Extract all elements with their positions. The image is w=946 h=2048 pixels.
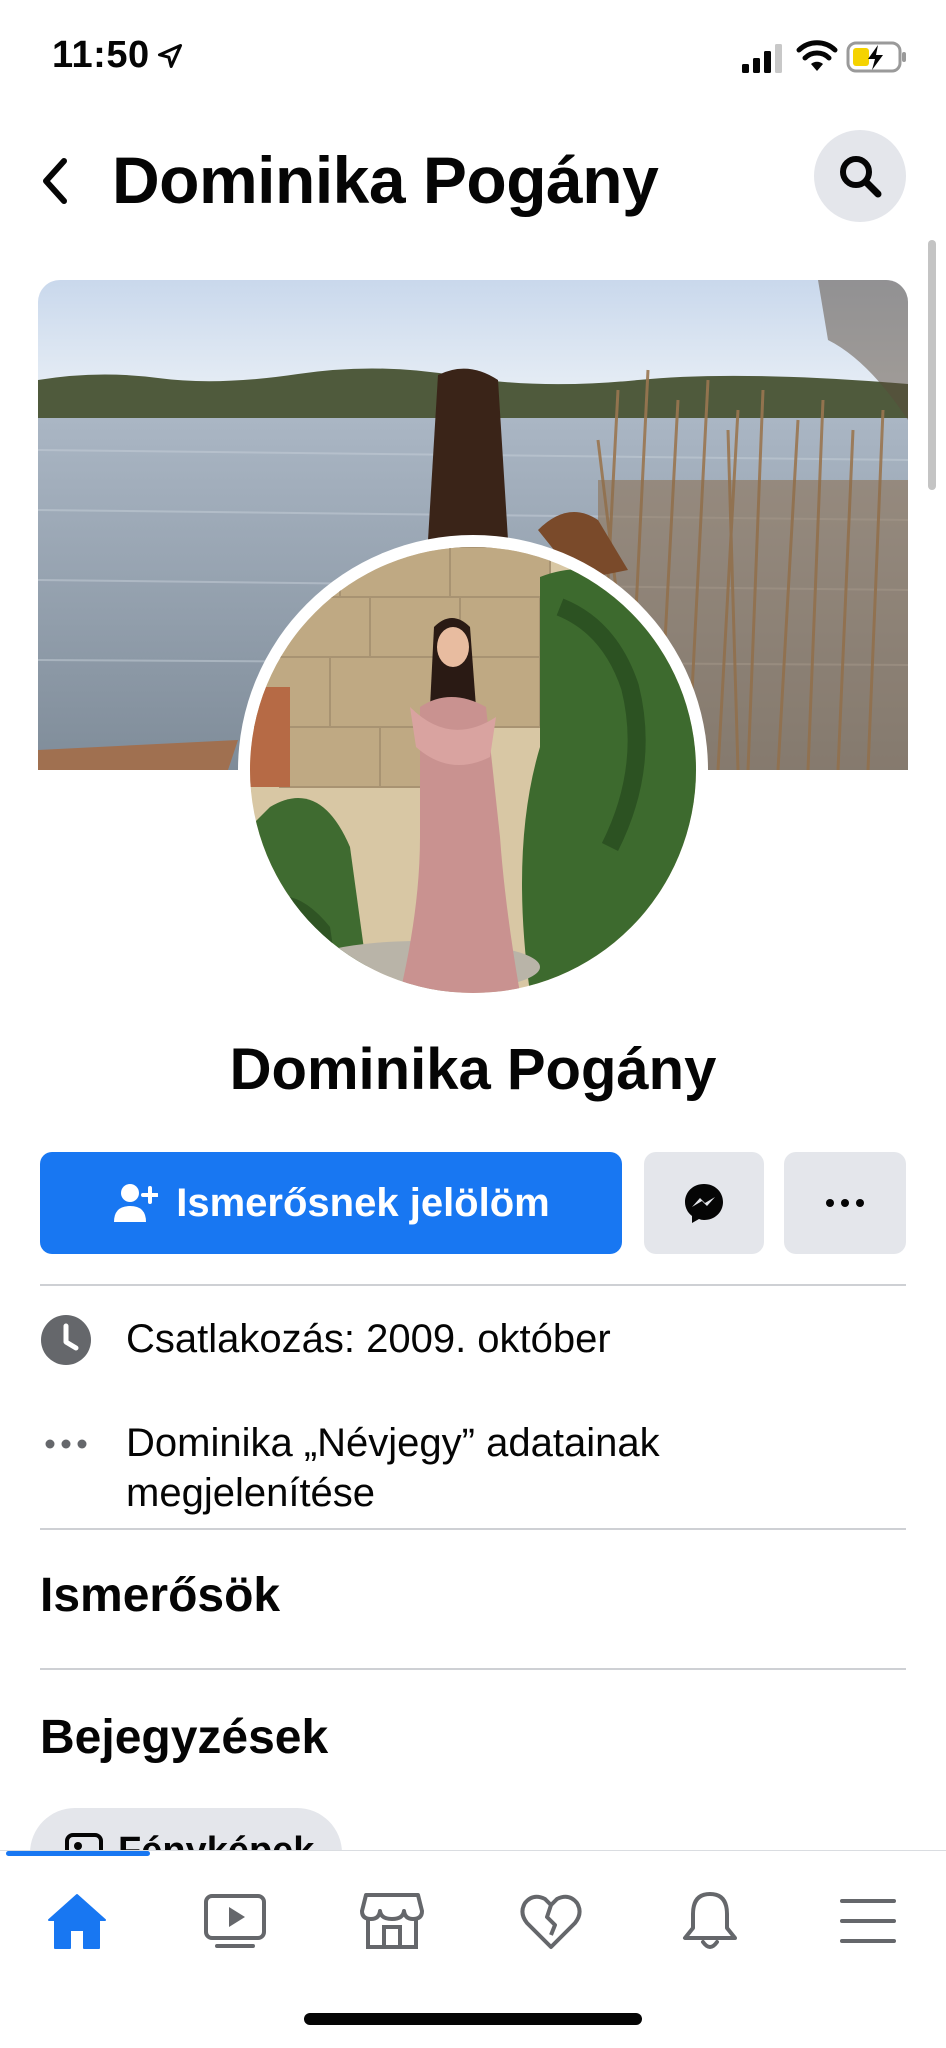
profile-name: Dominika Pogány [229,1037,717,1102]
bottom-navigation [0,1850,946,2048]
back-button[interactable] [30,146,80,216]
clock-icon [40,1314,92,1366]
nav-dating[interactable] [501,1881,601,1961]
search-button[interactable] [814,130,906,222]
about-info-row[interactable]: Dominika „Névjegy” adatainak megjeleníté… [40,1418,906,1518]
search-icon [840,156,882,198]
chevron-left-icon [43,158,67,204]
more-dots-icon [826,1199,864,1207]
profile-header: Dominika Pogány [0,116,946,246]
add-friend-button[interactable]: Ismerősnek jelölöm [40,1152,622,1254]
home-icon [48,1894,106,1949]
more-options-button[interactable] [784,1152,906,1254]
status-bar: 11:50 [0,0,946,116]
about-info-text: Dominika „Névjegy” adatainak megjeleníté… [126,1418,660,1518]
header-title: Dominika Pogány [112,143,659,217]
posts-section-title: Bejegyzések [40,1711,329,1764]
friends-section-title[interactable]: Ismerősök [40,1568,280,1623]
nav-video[interactable] [185,1881,285,1961]
joined-text: Csatlakozás: 2009. október [126,1317,611,1361]
about-info-line1: Dominika „Névjegy” adatainak [126,1421,660,1465]
wifi-icon [796,40,838,71]
location-arrow-icon [157,43,183,69]
dating-heart-icon [520,1894,582,1949]
nav-marketplace[interactable] [342,1881,442,1961]
scrollbar[interactable] [928,240,936,490]
battery-charging-icon [846,41,906,73]
status-time: 11:50 [52,34,150,76]
nav-home[interactable] [27,1881,127,1961]
add-person-icon [114,1184,159,1222]
nav-active-indicator [6,1851,150,1856]
video-icon [204,1894,266,1948]
profile-picture[interactable] [250,547,696,993]
nav-menu[interactable] [818,1881,918,1961]
add-friend-label: Ismerősnek jelölöm [176,1180,550,1225]
divider [40,1528,906,1530]
nav-notifications[interactable] [660,1881,760,1961]
menu-icon [840,1899,896,1943]
messenger-icon [685,1184,723,1223]
divider [40,1284,906,1286]
joined-row: Csatlakozás: 2009. október [40,1314,906,1366]
more-dots-icon [40,1418,92,1470]
about-info-line2: megjelenítése [126,1471,376,1515]
notifications-bell-icon [683,1892,737,1949]
home-indicator[interactable] [304,2013,642,2025]
message-button[interactable] [644,1152,764,1254]
marketplace-icon [360,1893,424,1949]
cellular-signal-icon [742,44,782,73]
divider [40,1668,906,1670]
